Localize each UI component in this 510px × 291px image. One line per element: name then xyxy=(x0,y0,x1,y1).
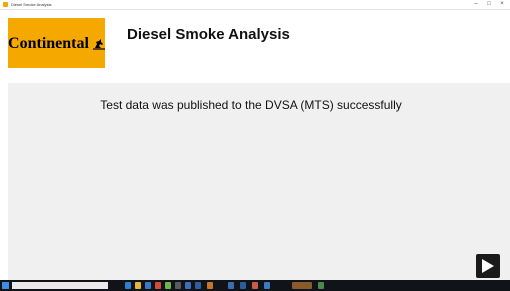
play-icon xyxy=(482,259,494,273)
status-message: Test data was published to the DVSA (MTS… xyxy=(100,98,402,112)
taskbar-app-icon[interactable] xyxy=(195,282,201,289)
content-panel: Test data was published to the DVSA (MTS… xyxy=(8,83,510,280)
minimize-button[interactable]: – xyxy=(470,0,482,9)
close-button[interactable]: × xyxy=(496,0,508,9)
continental-logo: Continental xyxy=(8,18,105,68)
taskbar-search-input[interactable] xyxy=(12,282,108,289)
taskbar-app-icon[interactable] xyxy=(240,282,246,289)
page-title: Diesel Smoke Analysis xyxy=(127,26,290,43)
app-header: Continental Diesel Smoke Analysis xyxy=(0,10,510,83)
system-tray[interactable] xyxy=(488,282,502,289)
taskbar xyxy=(0,280,510,291)
taskbar-app-icon[interactable] xyxy=(207,282,213,289)
next-button[interactable] xyxy=(476,254,500,278)
taskbar-mail-icon[interactable] xyxy=(145,282,151,289)
logo-text: Continental xyxy=(8,35,89,52)
taskbar-app-icon[interactable] xyxy=(228,282,234,289)
start-button[interactable] xyxy=(2,282,9,289)
taskbar-app-icon[interactable] xyxy=(165,282,171,289)
taskbar-app-icon[interactable] xyxy=(264,282,270,289)
taskbar-app-icon[interactable] xyxy=(175,282,181,289)
horse-icon xyxy=(92,39,105,50)
taskbar-folder-icon[interactable] xyxy=(135,282,141,289)
taskbar-app-icon[interactable] xyxy=(318,282,324,289)
window-titlebar: Diesel Smoke Analysis – □ × xyxy=(0,0,510,10)
taskbar-app-icon[interactable] xyxy=(185,282,191,289)
taskbar-app-icon[interactable] xyxy=(252,282,258,289)
taskbar-browser-icon[interactable] xyxy=(125,282,131,289)
taskbar-app-icon[interactable] xyxy=(155,282,161,289)
app-icon xyxy=(3,2,8,7)
maximize-button[interactable]: □ xyxy=(483,0,495,9)
taskbar-active-app-icon[interactable] xyxy=(292,282,312,289)
window-title: Diesel Smoke Analysis xyxy=(11,2,52,7)
